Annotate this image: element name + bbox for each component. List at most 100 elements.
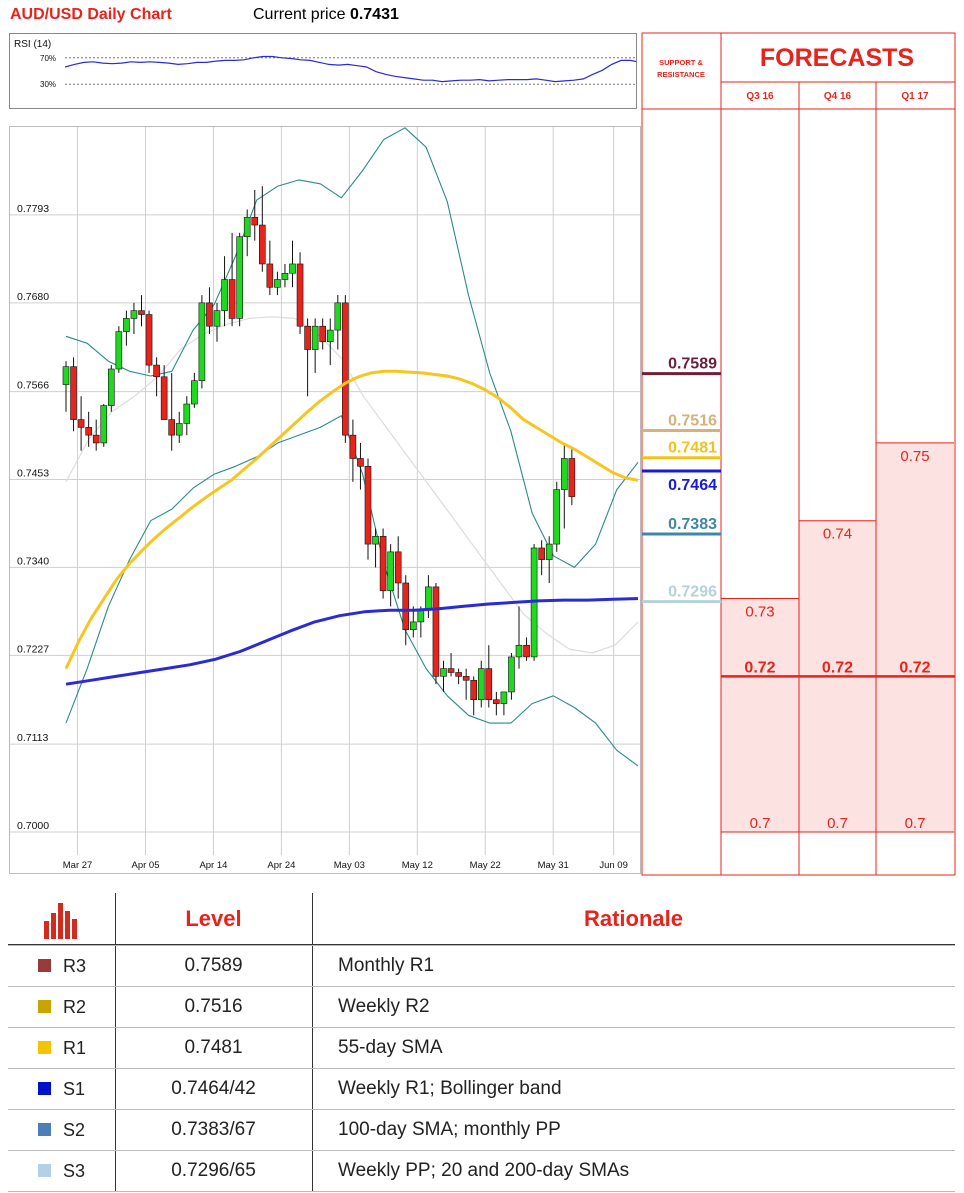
candle-body [251,216,259,226]
candle-body [115,331,123,370]
rsi-panel: RSI (14) 70% 30% [9,33,641,109]
candle-body [77,419,85,428]
candle [311,318,319,373]
forecast-high-value: 0.73 [745,604,774,621]
candle-body [342,302,349,436]
sma200-line [65,597,639,686]
candle [493,691,500,716]
candle-body [274,279,281,288]
y-tick-label: 0.7227 [17,643,49,655]
candle-body [213,310,221,327]
candle [485,645,493,708]
candle-body [319,325,327,343]
forecast-high-value: 0.74 [823,526,852,543]
candle-body [138,310,145,315]
candle-body [62,366,70,385]
candle [477,660,485,708]
chart-title: AUD/USD Daily Chart [10,6,172,23]
candle [440,660,447,692]
y-tick-label: 0.7000 [17,820,49,832]
sr-level-label: 0.7516 [668,412,717,429]
candle [183,396,191,436]
candle [281,263,289,288]
candle [425,575,432,619]
candle [470,676,478,716]
candle-body [394,551,402,584]
candle [349,419,357,482]
candle-body [568,458,576,497]
candle [236,232,243,327]
level-color-swatch [38,1000,51,1013]
candle [372,528,379,568]
level-color-swatch [38,1164,51,1177]
candle-body [123,318,130,332]
table-row: S1 0.7464/42 Weekly R1; Bollinger band [8,1068,955,1109]
candle-body [236,236,243,319]
candle [394,536,402,599]
level-color-swatch [38,1082,51,1095]
candle-body [168,419,175,436]
level-color-swatch [38,1041,51,1054]
candle-body [538,547,545,560]
candle-body [477,668,485,701]
level-code: S1 [63,1079,86,1099]
table-row: S2 0.7383/67 100-day SMA; monthly PP [8,1109,955,1150]
candle-body [108,368,115,406]
level-value: 0.7296/65 [171,1160,256,1181]
level-value: 0.7383/67 [171,1119,256,1140]
candle-body [145,314,153,366]
candle-body [296,263,304,327]
candle [560,442,568,529]
current-price: Current price 0.7431 [253,6,399,24]
candle [266,240,274,296]
candle [108,365,115,412]
candle [221,256,228,327]
current-price-label: Current price [253,6,346,23]
candle [568,446,576,506]
level-code: R2 [63,997,87,1017]
y-tick-label: 0.7906 [17,127,49,128]
candle-body [70,366,77,420]
candle [206,287,213,334]
candle-body [289,263,296,274]
candle [228,232,236,327]
table-row: R1 0.7481 55-day SMA [8,1027,955,1068]
candle [523,637,530,661]
forecast-median-value: 0.72 [899,659,930,676]
forecast-low-value: 0.7 [750,815,771,832]
x-tick-label: Apr 14 [199,860,227,871]
x-tick-label: Mar 27 [63,860,93,871]
candle-body [349,434,357,459]
sma20-line [65,316,639,654]
sr-level-label: 0.7383 [668,516,717,533]
candle-body [198,302,206,381]
candle [326,318,334,366]
candle [319,318,327,350]
candle-body [515,644,523,658]
current-price-value: 0.7431 [349,6,399,23]
candle [508,653,515,700]
candle-body [447,668,455,673]
candle-body [372,536,379,545]
candle-body [357,458,364,467]
candle [70,357,77,432]
candle [296,252,304,334]
level-value: 0.7516 [184,996,243,1017]
candle [115,326,123,373]
candle [213,302,221,342]
x-tick-label: May 31 [538,860,569,871]
candle-body [191,380,198,405]
level-rationale: Weekly R2 [338,996,430,1017]
y-tick-label: 0.7340 [17,555,49,567]
candle-body [304,325,311,350]
candle [538,540,545,576]
forecast-range [876,442,954,832]
x-tick-label: May 22 [470,860,501,871]
candle-body [523,644,530,658]
candle-body [402,582,410,630]
forecast-panel: SUPPORT & RESISTANCE FORECASTS Q3 16 Q4 1… [641,32,956,876]
candle-body [175,423,183,436]
candle [387,544,394,607]
candle-body [85,427,92,436]
candle-body [379,536,387,592]
